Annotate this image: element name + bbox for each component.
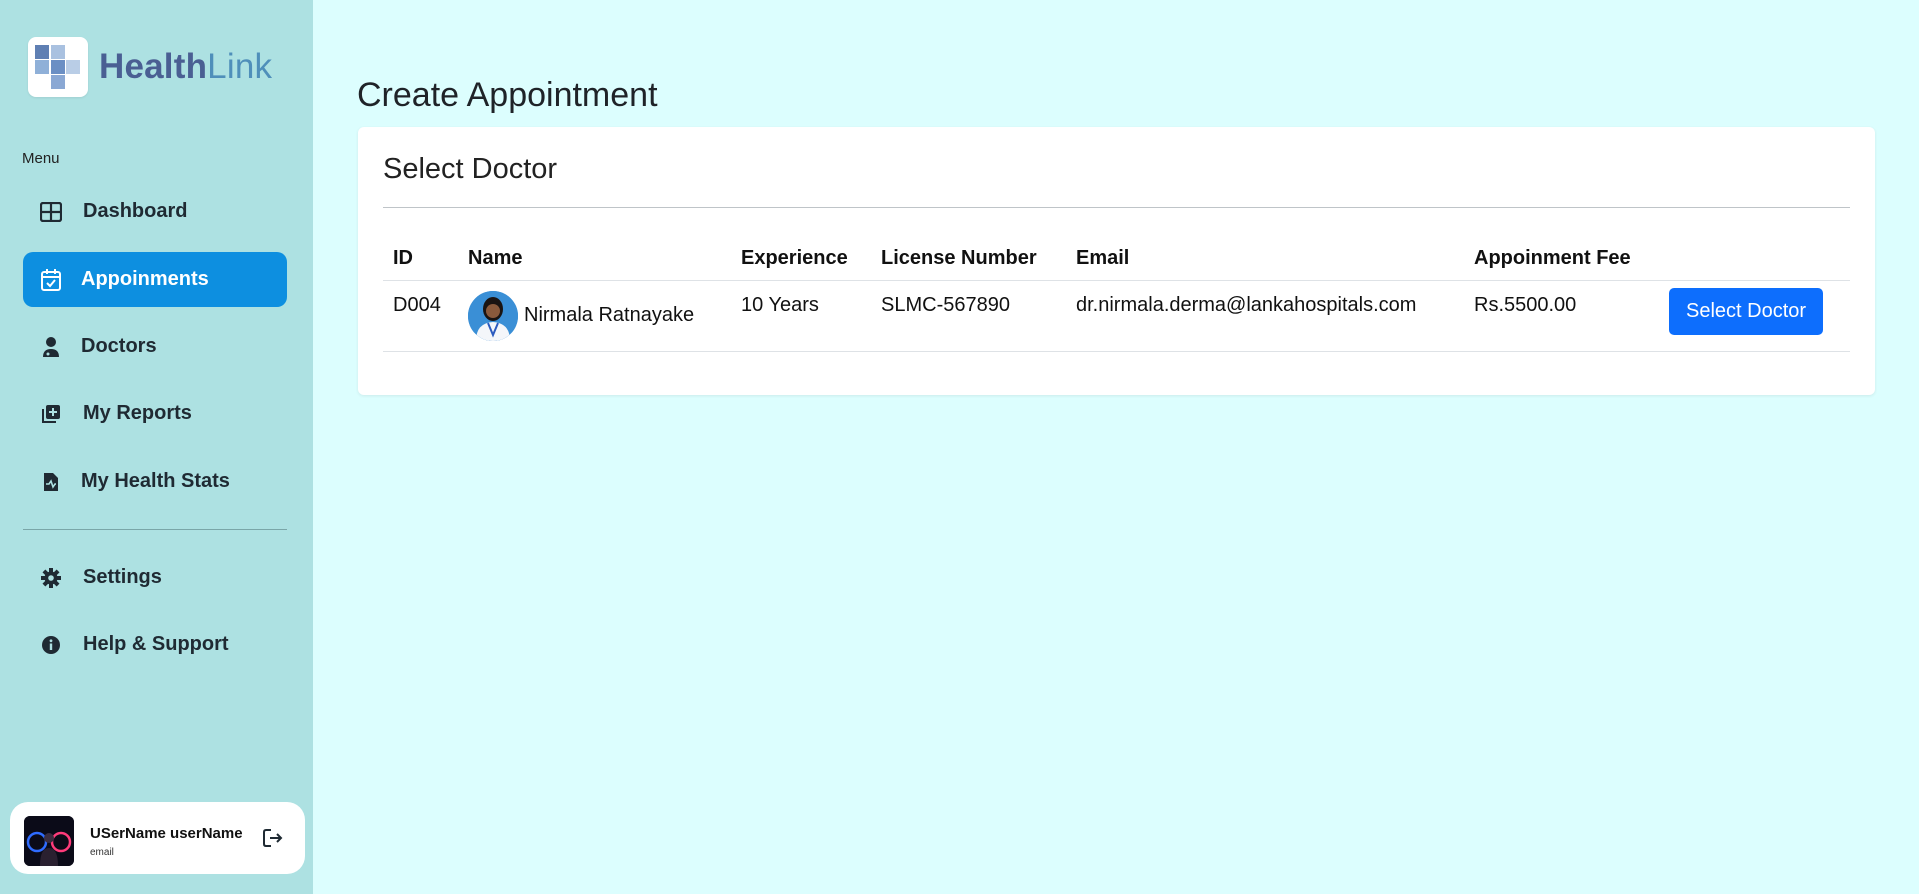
- sidebar-item-label: Dashboard: [83, 200, 188, 222]
- sidebar-item-label: Doctors: [81, 335, 157, 357]
- column-header-experience: Experience: [741, 246, 848, 269]
- sidebar-item-dashboard[interactable]: Dashboard: [23, 184, 287, 239]
- sidebar-item-help-support[interactable]: Help & Support: [23, 617, 287, 672]
- gear-icon: [39, 566, 63, 590]
- sidebar-item-label: My Reports: [83, 402, 192, 424]
- select-doctor-button[interactable]: Select Doctor: [1669, 287, 1824, 335]
- cell-experience: 10 Years: [731, 279, 871, 352]
- doctor-name: Nirmala Ratnayake: [524, 304, 695, 326]
- column-header-fee: Appoinment Fee: [1474, 246, 1631, 269]
- sidebar-item-label: My Health Stats: [81, 470, 230, 492]
- logo-text: HealthLink: [99, 47, 272, 87]
- cell-name: Nirmala Ratnayake: [458, 279, 731, 352]
- column-header-name: Name: [468, 246, 523, 269]
- card-title: Select Doctor: [383, 153, 558, 185]
- doctors-table: ID Name Experience License Number Email …: [383, 237, 1850, 352]
- cell-license: SLMC-567890: [871, 279, 1066, 352]
- select-doctor-card: Select Doctor ID Name Experience License…: [358, 127, 1875, 395]
- column-header-action: [1659, 237, 1850, 280]
- cell-fee: Rs.5500.00: [1464, 279, 1659, 352]
- user-profile-card[interactable]: USerName userName email: [10, 802, 305, 874]
- doctor-avatar: [468, 290, 518, 341]
- app-logo[interactable]: HealthLink: [28, 37, 272, 97]
- logo-text-link: Link: [207, 47, 273, 86]
- sidebar-item-label: Help & Support: [83, 633, 229, 655]
- sidebar-item-doctors[interactable]: Doctors: [23, 319, 287, 374]
- card-divider: [383, 207, 1850, 208]
- grid-icon: [39, 200, 63, 224]
- report-plus-icon: [39, 402, 63, 426]
- column-header-id: ID: [393, 246, 413, 269]
- column-header-license: License Number: [881, 246, 1037, 269]
- sidebar-item-my-health-stats[interactable]: My Health Stats: [23, 454, 287, 509]
- sidebar-divider: [23, 529, 287, 530]
- sidebar-item-label: Appoinments: [81, 268, 209, 290]
- cell-action: Select Doctor: [1659, 279, 1850, 352]
- column-header-email: Email: [1076, 246, 1130, 269]
- logout-icon[interactable]: [262, 827, 284, 849]
- logo-text-health: Health: [99, 47, 208, 86]
- table-header-row: ID Name Experience License Number Email …: [383, 237, 1850, 280]
- user-name: USerName userName: [90, 825, 243, 842]
- table-row: D004 Nirmala Ratnayake 10 Years SLMC-567…: [383, 279, 1850, 352]
- doctor-icon: [39, 335, 63, 359]
- file-pulse-icon: [39, 470, 63, 494]
- logo-cross-icon: [28, 37, 88, 97]
- cell-id: D004: [383, 279, 458, 352]
- avatar: [24, 816, 74, 866]
- calendar-check-icon: [39, 268, 63, 292]
- sidebar-item-my-reports[interactable]: My Reports: [23, 386, 287, 441]
- info-icon: [39, 633, 63, 657]
- sidebar-item-label: Settings: [83, 566, 162, 588]
- sidebar-item-appointments[interactable]: Appoinments: [23, 252, 287, 307]
- user-email: email: [90, 847, 114, 858]
- sidebar-item-settings[interactable]: Settings: [23, 550, 287, 605]
- cell-email: dr.nirmala.derma@lankahospitals.com: [1066, 279, 1464, 352]
- menu-label: Menu: [22, 150, 60, 167]
- page-title: Create Appointment: [357, 76, 658, 114]
- sidebar: HealthLink Menu Dashboard Appoinments Do…: [0, 0, 313, 894]
